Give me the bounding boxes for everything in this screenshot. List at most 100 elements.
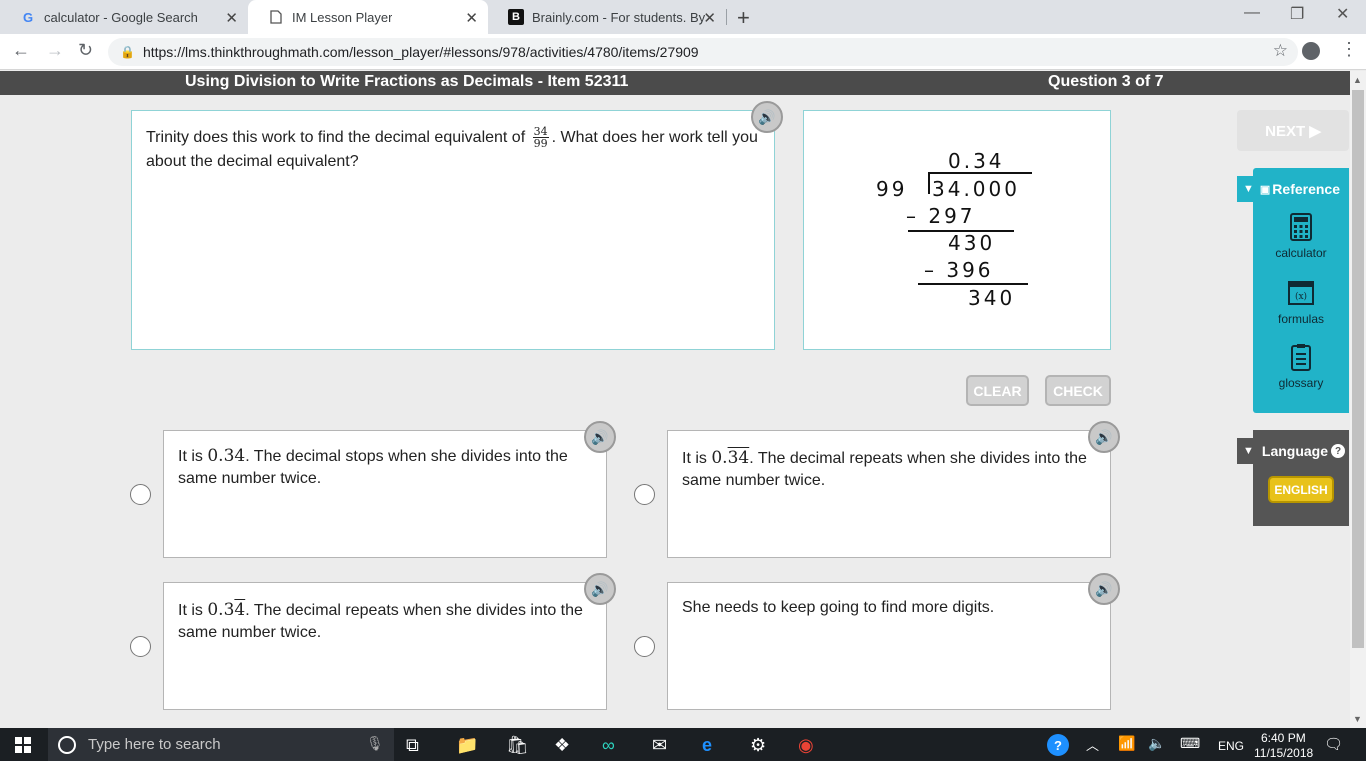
taskbar-search-placeholder: Type here to search xyxy=(88,736,221,753)
close-tab-icon[interactable]: ✕ xyxy=(465,9,478,27)
glossary-icon xyxy=(1291,344,1311,371)
clear-button[interactable]: CLEAR xyxy=(966,375,1029,406)
choice-2-text: It is 0.34. The decimal repeats when she… xyxy=(682,447,1102,492)
dividend: 34.000 xyxy=(932,177,1020,201)
reload-icon[interactable]: ↻ xyxy=(78,40,93,61)
keyboard-icon[interactable]: ⌨ xyxy=(1180,735,1200,752)
close-window-icon[interactable]: ✕ xyxy=(1336,4,1349,24)
choice-4-radio[interactable] xyxy=(634,636,655,657)
chrome-icon[interactable]: ◉ xyxy=(798,735,814,756)
settings-gear-icon[interactable]: ⚙ xyxy=(750,735,766,756)
svg-text:(x): (x) xyxy=(1295,291,1307,302)
windows-start-icon[interactable] xyxy=(15,737,31,753)
input-language[interactable]: ENG xyxy=(1218,739,1244,753)
windows-taskbar: Type here to search 🎙 ⧉ 📁 🛍 ❖ ∞ ✉ e ⚙ ◉ … xyxy=(0,728,1366,761)
division-bar xyxy=(928,172,1032,174)
file-explorer-icon[interactable]: 📁 xyxy=(456,735,478,756)
tab-brainly[interactable]: B Brainly.com - For students. By stu ✕ xyxy=(488,0,726,34)
speaker-icon: 🔊 xyxy=(1095,428,1113,445)
choice-1-audio-button[interactable]: 🔊 xyxy=(584,421,616,453)
tab-lesson-player[interactable]: IM Lesson Player ✕ xyxy=(248,0,488,34)
minimize-icon[interactable]: — xyxy=(1244,4,1260,22)
choice-3-radio[interactable] xyxy=(130,636,151,657)
choice-3-text: It is 0.34. The decimal repeats when she… xyxy=(178,599,598,644)
glossary-tool[interactable]: glossary xyxy=(1253,342,1349,390)
remainder-2: 340 xyxy=(968,286,1016,310)
close-tab-icon[interactable]: ✕ xyxy=(703,9,716,27)
notifications-icon[interactable]: 🗨 xyxy=(1324,735,1343,753)
forward-arrow-icon[interactable]: → xyxy=(46,40,64,61)
divisor: 99 xyxy=(876,177,908,201)
restore-icon[interactable]: ❐ xyxy=(1290,4,1304,24)
choice-math: 0.34 xyxy=(207,446,246,466)
tab-label: calculator - Google Search xyxy=(44,9,198,25)
store-icon[interactable]: 🛍 xyxy=(506,735,529,756)
help-icon[interactable]: ? xyxy=(1047,734,1069,756)
formulas-tool[interactable]: (x) formulas xyxy=(1253,278,1349,326)
calculator-tool[interactable]: calculator xyxy=(1253,212,1349,260)
scrollbar-thumb[interactable] xyxy=(1352,90,1364,648)
tab-divider xyxy=(726,9,727,25)
calculator-icon xyxy=(1290,213,1312,241)
choice-text-prefix: It is xyxy=(682,450,712,467)
choice-math-repeating: 4 xyxy=(234,600,246,620)
english-button[interactable]: ENGLISH xyxy=(1268,476,1334,503)
quotient: 0.34 xyxy=(948,149,1005,173)
book-icon: ▣ xyxy=(1259,183,1271,196)
check-button[interactable]: CHECK xyxy=(1045,375,1111,406)
choice-math: 0.3 xyxy=(207,600,235,620)
speaker-icon: 🔊 xyxy=(758,108,776,125)
step-2-line xyxy=(918,283,1028,285)
close-tab-icon[interactable]: ✕ xyxy=(225,9,238,27)
next-button[interactable]: NEXT ▶ xyxy=(1237,110,1349,151)
question-prompt: Trinity does this work to find the decim… xyxy=(146,126,766,174)
new-tab-icon[interactable]: + xyxy=(737,5,750,31)
prompt-audio-button[interactable]: 🔊 xyxy=(751,101,783,133)
choice-3-audio-button[interactable]: 🔊 xyxy=(584,573,616,605)
infinity-app-icon[interactable]: ∞ xyxy=(602,735,615,756)
reference-toggle[interactable]: ▼ ▣ Reference xyxy=(1237,176,1349,202)
choice-2-audio-button[interactable]: 🔊 xyxy=(1088,421,1120,453)
subtract-step-2: – 396 xyxy=(924,258,994,282)
mail-icon[interactable]: ✉ xyxy=(652,735,667,756)
clock-date[interactable]: 11/15/2018 xyxy=(1254,746,1313,760)
lesson-header: Using Division to Write Fractions as Dec… xyxy=(0,71,1350,95)
brainly-icon: B xyxy=(508,9,524,25)
calculator-label: calculator xyxy=(1275,246,1327,260)
choice-math: 0. xyxy=(711,448,728,468)
scroll-down-icon[interactable]: ▼ xyxy=(1353,714,1362,724)
chevron-up-icon[interactable]: ︿ xyxy=(1086,735,1099,754)
choice-4-audio-button[interactable]: 🔊 xyxy=(1088,573,1120,605)
formulas-label: formulas xyxy=(1277,312,1324,326)
menu-kebab-icon[interactable]: ⋮ xyxy=(1340,40,1358,58)
back-arrow-icon[interactable]: ← xyxy=(12,40,30,61)
taskbar-search[interactable]: Type here to search xyxy=(48,728,394,761)
prompt-text-before: Trinity does this work to find the decim… xyxy=(146,129,526,146)
wifi-icon[interactable]: 📶 xyxy=(1118,735,1135,752)
choice-2-radio[interactable] xyxy=(634,484,655,505)
microphone-icon[interactable]: 🎙 xyxy=(366,735,384,752)
bookmark-star-icon[interactable]: ☆ xyxy=(1273,41,1288,61)
scroll-up-icon[interactable]: ▲ xyxy=(1353,75,1362,85)
volume-icon[interactable]: 🔈 xyxy=(1148,735,1165,752)
help-icon[interactable]: ? xyxy=(1331,444,1346,458)
tab-label: IM Lesson Player xyxy=(292,9,393,25)
task-view-icon[interactable]: ⧉ xyxy=(406,735,419,756)
dropbox-icon[interactable]: ❖ xyxy=(554,735,570,756)
edge-browser-icon[interactable]: e xyxy=(702,735,712,756)
profile-avatar-icon[interactable] xyxy=(1302,42,1320,60)
choice-text-prefix: It is xyxy=(178,602,208,619)
clock-time[interactable]: 6:40 PM xyxy=(1261,731,1306,745)
language-toggle[interactable]: ▼ Language ? xyxy=(1237,438,1349,464)
formulas-icon: (x) xyxy=(1288,281,1314,305)
triangle-down-icon: ▼ xyxy=(1243,445,1254,457)
fraction-denominator: 99 xyxy=(533,137,548,151)
choice-1-text: It is 0.34. The decimal stops when she d… xyxy=(178,445,598,490)
question-counter: Question 3 of 7 xyxy=(1048,73,1164,90)
choice-1-radio[interactable] xyxy=(130,484,151,505)
reference-label: Reference xyxy=(1272,181,1340,197)
url-field[interactable]: 🔒 https://lms.thinkthroughmath.com/lesso… xyxy=(108,38,1298,66)
choice-text-prefix: It is xyxy=(178,448,208,465)
tab-google-search[interactable]: G calculator - Google Search ✕ xyxy=(0,0,248,34)
tab-label: Brainly.com - For students. By stu xyxy=(532,9,707,25)
